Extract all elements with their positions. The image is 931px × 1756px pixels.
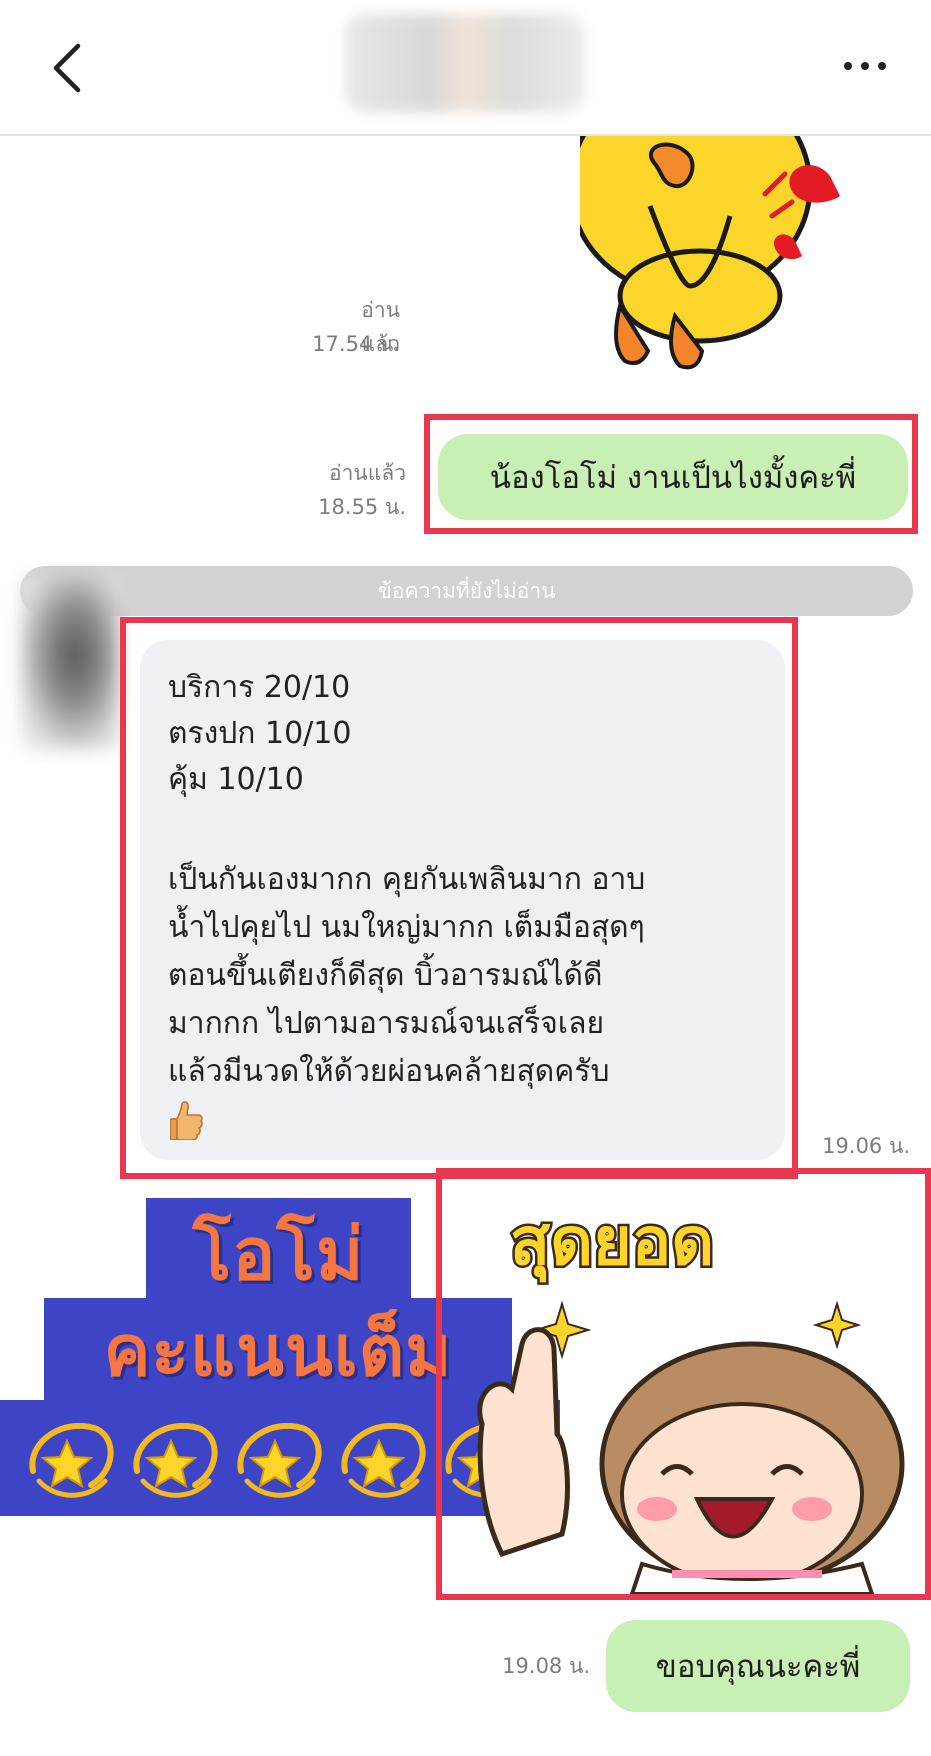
duck-heart-sticker[interactable]: [567, 73, 880, 376]
more-dots-icon[interactable]: [840, 56, 890, 76]
message-line: แล้วมีนวดให้ด้วยผ่อนคล้ายสุดครับ: [168, 1054, 610, 1089]
dizzy-star-icon: [233, 1411, 327, 1505]
avatar[interactable]: [20, 578, 120, 750]
unread-messages-divider: ข้อความที่ยังไม่อ่าน: [20, 566, 913, 616]
message-line: ตรงปก 10/10: [168, 716, 352, 751]
dizzy-star-icon: [337, 1411, 431, 1505]
chat-title-blurred: [345, 14, 585, 112]
message-line: คุ้ม 10/10: [168, 762, 304, 797]
outgoing-message-bubble[interactable]: น้องโอโม่ งานเป็นไงมั้งคะพี่: [438, 434, 908, 520]
message-time: 19.08 น.: [502, 1654, 590, 1678]
message-line: ตอนขึ้นเตียงก็ดีสุด บิ้วอารมณ์ได้ดี: [168, 958, 603, 993]
message-line: เป็นกันเองมากก คุยกันเพลินมาก อาบ: [168, 862, 646, 897]
message-line: น้ำไปคุยไป นมใหญ่มากก เต็มมือสุดๆ: [168, 910, 645, 945]
outgoing-message-bubble[interactable]: ขอบคุณนะคะพี่: [606, 1620, 910, 1712]
message-time: 17.54 น.: [312, 332, 400, 356]
message-line: บริการ 20/10: [168, 670, 351, 705]
message-time: 18.55 น.: [318, 495, 406, 519]
banner-name-plate: โอโม่: [146, 1198, 411, 1308]
sticker-caption: สุดยอด: [510, 1203, 714, 1283]
chevron-left-icon[interactable]: [48, 40, 88, 96]
dizzy-star-icon: [129, 1411, 223, 1505]
banner-subtitle: คะแนนเต็ม: [103, 1309, 453, 1392]
thumbs-up-girl-sticker[interactable]: สุดยอด: [442, 1174, 926, 1596]
read-receipt: อ่านแล้ว: [329, 461, 406, 485]
message-line: มากกก ไปตามอารมณ์จนเสร็จเลย: [168, 1006, 605, 1041]
dizzy-star-icon: [25, 1411, 119, 1505]
banner-title: โอโม่: [192, 1211, 365, 1296]
message-time: 19.06 น.: [822, 1134, 910, 1158]
thumbs-up-icon: [169, 1100, 204, 1141]
